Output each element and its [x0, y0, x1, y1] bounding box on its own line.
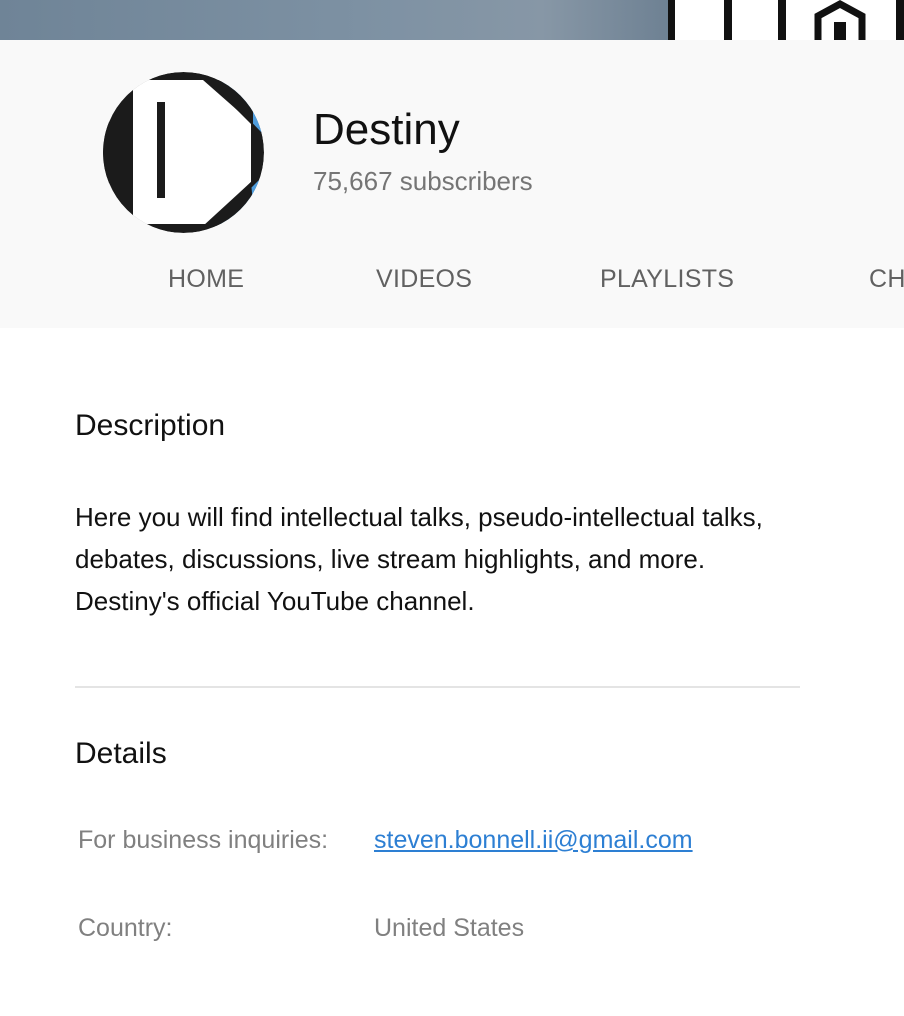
country-label: Country: [78, 914, 173, 942]
tab-home[interactable]: HOME [168, 255, 244, 303]
business-email-value: steven.bonnell.ii@gmail.com [374, 823, 693, 857]
tab-playlists[interactable]: PLAYLISTS [600, 255, 734, 303]
details-heading: Details [75, 737, 167, 770]
channel-avatar[interactable] [103, 72, 264, 233]
country-value: United States [374, 914, 525, 942]
description-text: Here you will find intellectual talks, p… [75, 502, 763, 616]
channel-about-page: Destiny 75,667 subscribers HOME VIDEOS P… [0, 0, 904, 1016]
channel-banner [0, 0, 904, 40]
channel-name: Destiny [313, 105, 460, 154]
banner-logo-art [668, 0, 904, 40]
section-divider [75, 686, 800, 688]
tab-videos[interactable]: VIDEOS [376, 255, 472, 303]
business-email-link[interactable]: steven.bonnell.ii@gmail.com [374, 826, 693, 854]
business-inquiries-label: For business inquiries: [78, 826, 329, 854]
description-heading: Description [75, 409, 226, 442]
subscriber-count: 75,667 subscribers [313, 166, 533, 196]
channel-header: Destiny 75,667 subscribers HOME VIDEOS P… [0, 40, 904, 328]
tab-channels[interactable]: CH [869, 255, 904, 303]
channel-tabs: HOME VIDEOS PLAYLISTS CH [0, 255, 904, 303]
